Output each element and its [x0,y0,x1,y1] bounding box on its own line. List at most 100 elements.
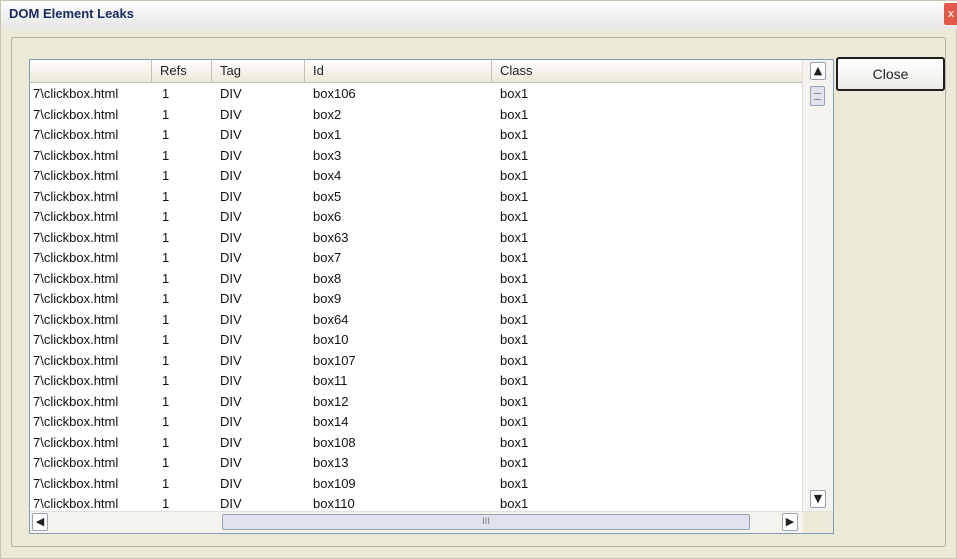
cell-tag: DIV [220,168,242,183]
cell-refs: 1 [162,86,170,101]
horizontal-scroll-thumb[interactable]: III [222,514,750,530]
cell-class: box1 [500,188,529,204]
table-row[interactable]: 7\clickbox.html 1 DIV box63 box1 [30,228,804,249]
scroll-up-icon[interactable]: ▲ [810,62,826,80]
cell-url: 7\clickbox.html [33,127,119,142]
cell-url: 7\clickbox.html [33,496,119,511]
cell-tag: DIV [220,311,242,327]
cell-refs: 1 [162,270,170,286]
table-row[interactable]: 7\clickbox.html 1 DIV box107 box1 [30,351,804,372]
cell-id: box108 [313,434,356,450]
table-row[interactable]: 7\clickbox.html 1 DIV box12 box1 [30,392,804,413]
cell-class: box1 [500,373,529,388]
cell-id: box109 [313,475,356,491]
cell-url: 7\clickbox.html [33,475,119,491]
list-rows: 7\clickbox.html 1 DIV box106 box1 7\clickbox.… [30,84,804,515]
table-row[interactable]: 7\clickbox.html 1 DIV box106 box1 [30,84,804,105]
table-row[interactable]: 7\clickbox.html 1 DIV box4 box1 [30,166,804,187]
cell-id: box7 [313,250,342,265]
cell-url: 7\clickbox.html [33,414,119,429]
dialog-title: DOM Element Leaks [9,6,134,21]
vertical-scroll-thumb[interactable] [810,86,825,106]
table-row[interactable]: 7\clickbox.html 1 DIV box6 box1 [30,207,804,228]
cell-tag: DIV [220,229,242,245]
cell-id: box107 [313,352,356,368]
table-row[interactable]: 7\clickbox.html 1 DIV box108 box1 [30,433,804,454]
cell-tag: DIV [220,373,242,388]
cell-tag: DIV [220,332,242,347]
table-row[interactable]: 7\clickbox.html 1 DIV box11 box1 [30,371,804,392]
cell-url: 7\clickbox.html [33,250,119,265]
table-row[interactable]: 7\clickbox.html 1 DIV box8 box1 [30,269,804,290]
cell-id: box6 [313,209,342,224]
cell-refs: 1 [162,332,170,347]
cell-class: box1 [500,127,529,142]
cell-class: box1 [500,168,529,183]
table-row[interactable]: 7\clickbox.html 1 DIV box3 box1 [30,146,804,167]
dom-element-leaks-dialog: DOM Element Leaks x Refs Tag Id Class 7\… [0,0,957,559]
table-row[interactable]: 7\clickbox.html 1 DIV box10 box1 [30,330,804,351]
cell-id: box63 [313,229,349,245]
table-row[interactable]: 7\clickbox.html 1 DIV box9 box1 [30,289,804,310]
close-button[interactable]: Close [836,57,945,91]
cell-class: box1 [500,250,529,265]
cell-url: 7\clickbox.html [33,373,119,388]
cell-class: box1 [500,106,529,122]
scroll-left-icon[interactable]: ◀ [32,513,48,531]
column-header-tag[interactable]: Tag [212,60,305,82]
cell-class: box1 [500,291,529,306]
table-row[interactable]: 7\clickbox.html 1 DIV box14 box1 [30,412,804,433]
cell-tag: DIV [220,352,242,368]
table-row[interactable]: 7\clickbox.html 1 DIV box1 box1 [30,125,804,146]
cell-tag: DIV [220,188,242,204]
table-row[interactable]: 7\clickbox.html 1 DIV box13 box1 [30,453,804,474]
cell-url: 7\clickbox.html [33,86,119,101]
column-header-refs[interactable]: Refs [152,60,212,82]
column-header-url[interactable] [30,60,152,82]
column-header-id[interactable]: Id [305,60,492,82]
cell-url: 7\clickbox.html [33,270,119,286]
cell-refs: 1 [162,434,170,450]
table-row[interactable]: 7\clickbox.html 1 DIV box64 box1 [30,310,804,331]
leaks-list-view[interactable]: Refs Tag Id Class 7\clickbox.html 1 DIV box… [29,59,834,534]
cell-refs: 1 [162,229,170,245]
cell-id: box12 [313,393,349,409]
cell-url: 7\clickbox.html [33,352,119,368]
cell-id: box64 [313,311,349,327]
cell-refs: 1 [162,475,170,491]
window-close-icon[interactable]: x [944,3,957,25]
cell-refs: 1 [162,352,170,368]
cell-class: box1 [500,393,529,409]
cell-refs: 1 [162,106,170,122]
cell-refs: 1 [162,168,170,183]
vertical-scrollbar[interactable]: ▲ ▼ [802,60,833,512]
horizontal-scrollbar[interactable]: ◀ III ▶ [30,511,833,533]
cell-id: box13 [313,455,349,470]
title-bar: DOM Element Leaks x [1,1,957,29]
cell-refs: 1 [162,311,170,327]
table-row[interactable]: 7\clickbox.html 1 DIV box7 box1 [30,248,804,269]
cell-url: 7\clickbox.html [33,455,119,470]
cell-url: 7\clickbox.html [33,188,119,204]
list-header: Refs Tag Id Class [30,60,804,83]
cell-refs: 1 [162,188,170,204]
column-header-class[interactable]: Class [492,60,804,82]
scroll-right-icon[interactable]: ▶ [782,513,798,531]
cell-id: box8 [313,270,342,286]
table-row[interactable]: 7\clickbox.html 1 DIV box2 box1 [30,105,804,126]
table-row[interactable]: 7\clickbox.html 1 DIV box5 box1 [30,187,804,208]
cell-class: box1 [500,147,529,163]
cell-tag: DIV [220,147,242,163]
cell-class: box1 [500,352,529,368]
cell-tag: DIV [220,434,242,450]
cell-refs: 1 [162,373,170,388]
cell-tag: DIV [220,455,242,470]
cell-tag: DIV [220,291,242,306]
cell-id: box14 [313,414,349,429]
cell-class: box1 [500,414,529,429]
cell-class: box1 [500,311,529,327]
table-row[interactable]: 7\clickbox.html 1 DIV box109 box1 [30,474,804,495]
scroll-down-icon[interactable]: ▼ [810,490,826,508]
cell-tag: DIV [220,106,242,122]
cell-id: box3 [313,147,342,163]
